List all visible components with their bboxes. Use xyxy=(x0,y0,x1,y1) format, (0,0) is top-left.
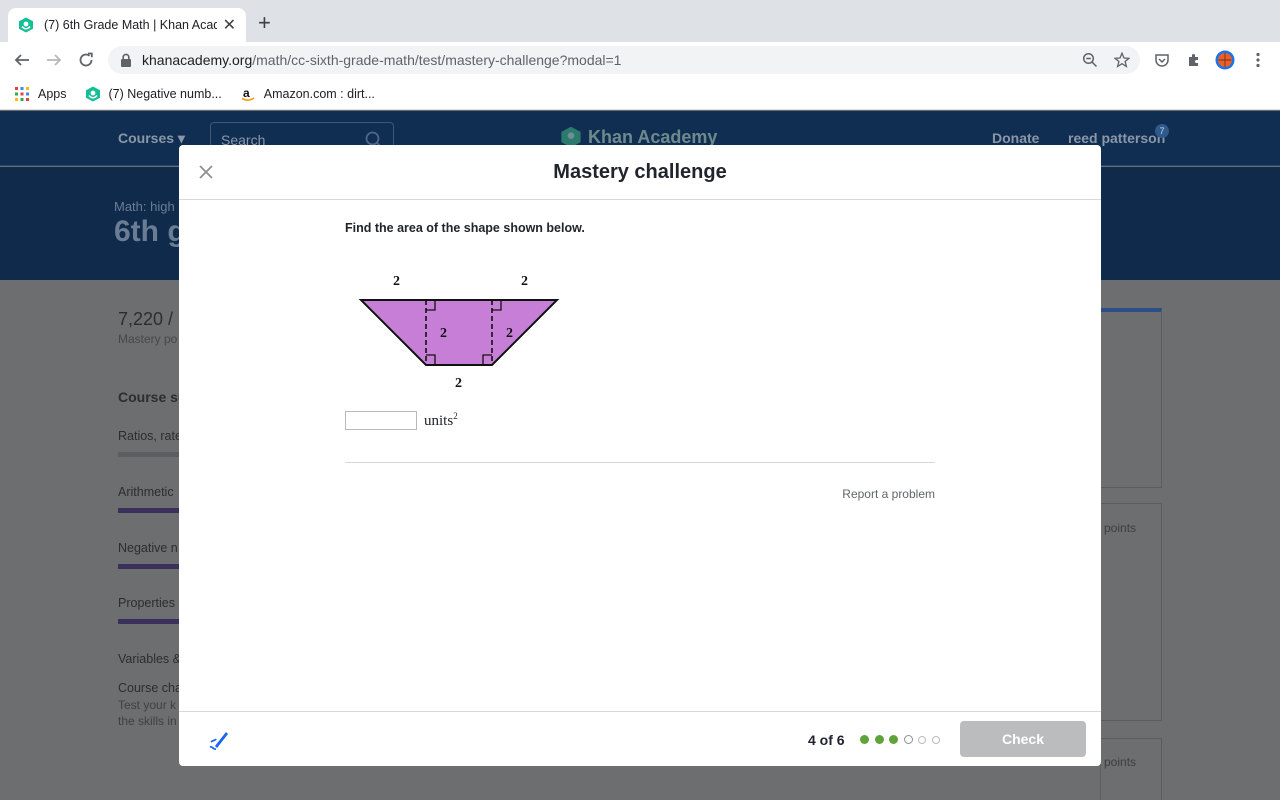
trapezoid-figure: 2 2 2 2 2 xyxy=(358,274,560,387)
browser-tab[interactable]: (7) 6th Grade Math | Khan Acad ✕ xyxy=(8,8,246,42)
unit-link[interactable]: Ratios, rate xyxy=(118,429,182,443)
browser-menu-icon[interactable] xyxy=(1248,50,1268,70)
figure-label: 2 xyxy=(393,274,400,289)
mastery-challenge-modal: Mastery challenge Find the area of the s… xyxy=(179,145,1101,766)
units-label: units2 xyxy=(424,411,458,429)
modal-title: Mastery challenge xyxy=(553,161,727,183)
scratchpad-pencil-icon[interactable] xyxy=(207,726,233,752)
forward-arrow-icon[interactable] xyxy=(44,50,64,70)
progress-dot-current xyxy=(903,735,913,744)
profile-avatar-icon[interactable] xyxy=(1215,50,1235,70)
svg-text:a: a xyxy=(243,86,250,100)
background-card xyxy=(1100,503,1162,721)
khan-academy-icon xyxy=(85,86,100,101)
amazon-icon: a xyxy=(241,86,255,101)
figure-label: 2 xyxy=(440,326,447,341)
check-button[interactable]: Check xyxy=(960,721,1086,757)
bookmark-star-icon[interactable] xyxy=(1114,52,1130,68)
unit-link[interactable]: Negative n xyxy=(118,541,178,555)
answer-input[interactable] xyxy=(345,411,417,430)
tab-close-icon[interactable]: ✕ xyxy=(223,15,236,35)
progress-dot-remaining xyxy=(931,735,940,744)
browser-tab-bar: (7) 6th Grade Math | Khan Acad ✕ + xyxy=(0,0,1280,42)
answer-row: units2 xyxy=(345,411,458,430)
courses-menu[interactable]: Courses ▾ xyxy=(118,130,185,147)
zoom-icon[interactable] xyxy=(1082,52,1098,68)
unit-link[interactable]: Arithmetic xyxy=(118,485,174,499)
points-label: points xyxy=(1104,521,1137,535)
progress-dot-complete xyxy=(874,735,884,744)
unit-progress-bar xyxy=(118,619,180,624)
notification-badge: 7 xyxy=(1155,124,1169,138)
bookmark-amazon[interactable]: a Amazon.com : dirt... xyxy=(240,86,375,102)
unit-link[interactable]: Variables & xyxy=(118,652,181,666)
figure-label: 2 xyxy=(521,274,528,289)
background-card xyxy=(1100,308,1162,488)
unit-progress-bar xyxy=(118,564,180,569)
modal-header: Mastery challenge xyxy=(179,145,1101,200)
progress-dot-remaining xyxy=(918,735,926,744)
progress-dots xyxy=(860,735,945,744)
reload-icon[interactable] xyxy=(76,50,96,70)
lock-icon xyxy=(121,53,131,67)
user-menu[interactable]: reed patterson xyxy=(1068,130,1165,146)
pocket-icon[interactable] xyxy=(1152,50,1172,70)
background-card xyxy=(1100,738,1162,800)
khan-academy-favicon-icon xyxy=(19,17,33,33)
figure-label: 2 xyxy=(455,376,462,387)
course-summary-heading: Course su xyxy=(118,389,187,405)
browser-toolbar: khanacademy.org/math/cc-sixth-grade-math… xyxy=(0,42,1280,78)
bookmark-apps[interactable]: Apps xyxy=(14,86,67,102)
question-text: Find the area of the shape shown below. xyxy=(345,221,585,235)
back-arrow-icon[interactable] xyxy=(12,50,32,70)
exercise-content: Find the area of the shape shown below. … xyxy=(345,221,935,501)
tab-title: (7) 6th Grade Math | Khan Acad xyxy=(44,18,217,32)
content-divider xyxy=(345,462,935,463)
unit-progress-bar xyxy=(118,452,180,457)
url-text: khanacademy.org/math/cc-sixth-grade-math… xyxy=(142,52,622,68)
new-tab-plus-icon[interactable]: + xyxy=(258,12,271,34)
course-challenge-title: Course cha xyxy=(118,681,182,695)
progress-dot-complete xyxy=(889,735,898,744)
mastery-points: 7,220 / xyxy=(118,309,174,329)
extensions-puzzle-icon[interactable] xyxy=(1184,50,1204,70)
unit-link[interactable]: Properties xyxy=(118,596,175,610)
address-bar[interactable]: khanacademy.org/math/cc-sixth-grade-math… xyxy=(108,46,1140,74)
unit-progress-bar xyxy=(118,508,180,513)
trapezoid-shape xyxy=(358,299,560,366)
report-problem-link[interactable]: Report a problem xyxy=(842,487,935,501)
banner-subtitle: Math: high xyxy=(114,199,175,214)
progress-counter: 4 of 6 xyxy=(808,732,845,748)
points-label: points xyxy=(1104,755,1137,769)
bookmark-negative-numbers[interactable]: (7) Negative numb... xyxy=(85,86,222,102)
course-challenge-text: Test your k the skills in xyxy=(118,698,177,728)
progress-dot-complete xyxy=(860,735,869,744)
mastery-points-label: Mastery po xyxy=(118,332,178,346)
banner-title: 6th g xyxy=(114,215,186,248)
apps-grid-icon xyxy=(15,86,29,101)
modal-footer: 4 of 6 Check xyxy=(179,711,1101,766)
donate-link[interactable]: Donate xyxy=(992,130,1039,146)
bookmarks-bar: Apps (7) Negative numb... a Amazon.com :… xyxy=(0,78,1280,110)
figure-label: 2 xyxy=(506,326,513,341)
